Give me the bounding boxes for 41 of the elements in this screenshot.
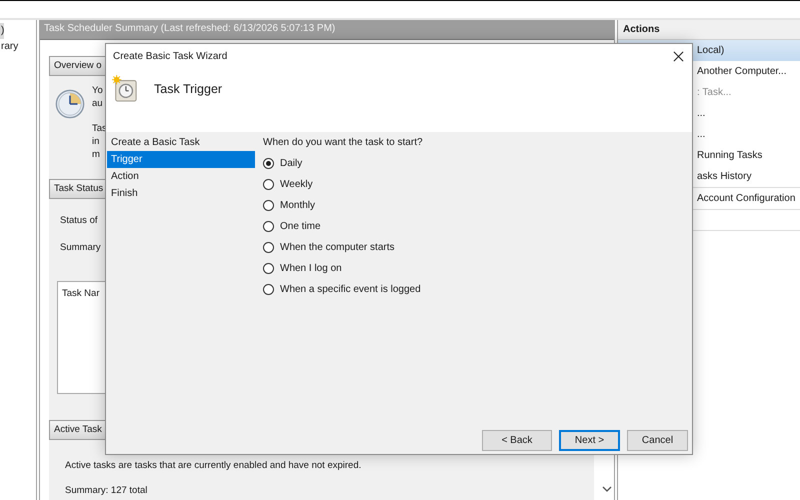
radio-button[interactable] xyxy=(263,200,274,211)
wizard-step[interactable]: Create a Basic Task xyxy=(107,134,255,151)
tree-item[interactable]: ) xyxy=(0,23,4,39)
radio-label[interactable]: Monthly xyxy=(280,200,316,211)
clock-icon xyxy=(55,89,85,119)
summary-label: Summary xyxy=(60,242,101,255)
radio-button[interactable] xyxy=(263,284,274,295)
overview-text: au xyxy=(92,97,104,110)
column-header[interactable]: Task Nar xyxy=(62,288,100,299)
overview-text: in xyxy=(92,135,100,148)
radio-label[interactable]: When a specific event is logged xyxy=(280,284,421,295)
overview-text: Yo xyxy=(92,84,104,97)
summary-text: Summary: 127 total xyxy=(65,484,148,498)
clock-icon xyxy=(112,75,138,103)
radio-label[interactable]: Weekly xyxy=(280,179,313,190)
dialog-title: Create Basic Task Wizard xyxy=(113,51,228,62)
status-label: Status of xyxy=(60,215,98,228)
radio-label[interactable]: One time xyxy=(280,221,321,232)
wizard-step[interactable]: Trigger xyxy=(107,151,255,168)
radio-button[interactable] xyxy=(263,221,274,232)
dialog-button[interactable]: Next > xyxy=(559,430,620,451)
close-icon[interactable] xyxy=(673,51,684,62)
dialog-button[interactable]: Cancel xyxy=(627,430,688,451)
pane-title: Task Scheduler Summary (Last refreshed: 6/13/2026 5:07:13 PM) xyxy=(40,20,614,40)
scroll-down-icon[interactable] xyxy=(602,486,612,492)
radio-label[interactable]: When I log on xyxy=(280,263,342,274)
radio-label[interactable]: When the computer starts xyxy=(280,242,394,253)
radio-label[interactable]: Daily xyxy=(280,158,302,169)
tree-item[interactable]: rary xyxy=(0,39,18,55)
overview-text: m xyxy=(92,148,101,161)
pane-title: Actions xyxy=(618,20,800,40)
description-text: Active tasks are tasks that are currently enabled and have not expired. xyxy=(65,459,362,473)
dialog-button[interactable]: < Back xyxy=(482,430,552,451)
dialog-heading: Task Trigger xyxy=(154,82,222,96)
wizard-step[interactable]: Action xyxy=(107,168,255,185)
radio-button[interactable] xyxy=(263,158,274,169)
radio-button[interactable] xyxy=(263,242,274,253)
radio-button[interactable] xyxy=(263,263,274,274)
wizard-step[interactable]: Finish xyxy=(107,185,255,202)
question-text: When do you want the task to start? xyxy=(263,136,423,150)
radio-button[interactable] xyxy=(263,179,274,190)
